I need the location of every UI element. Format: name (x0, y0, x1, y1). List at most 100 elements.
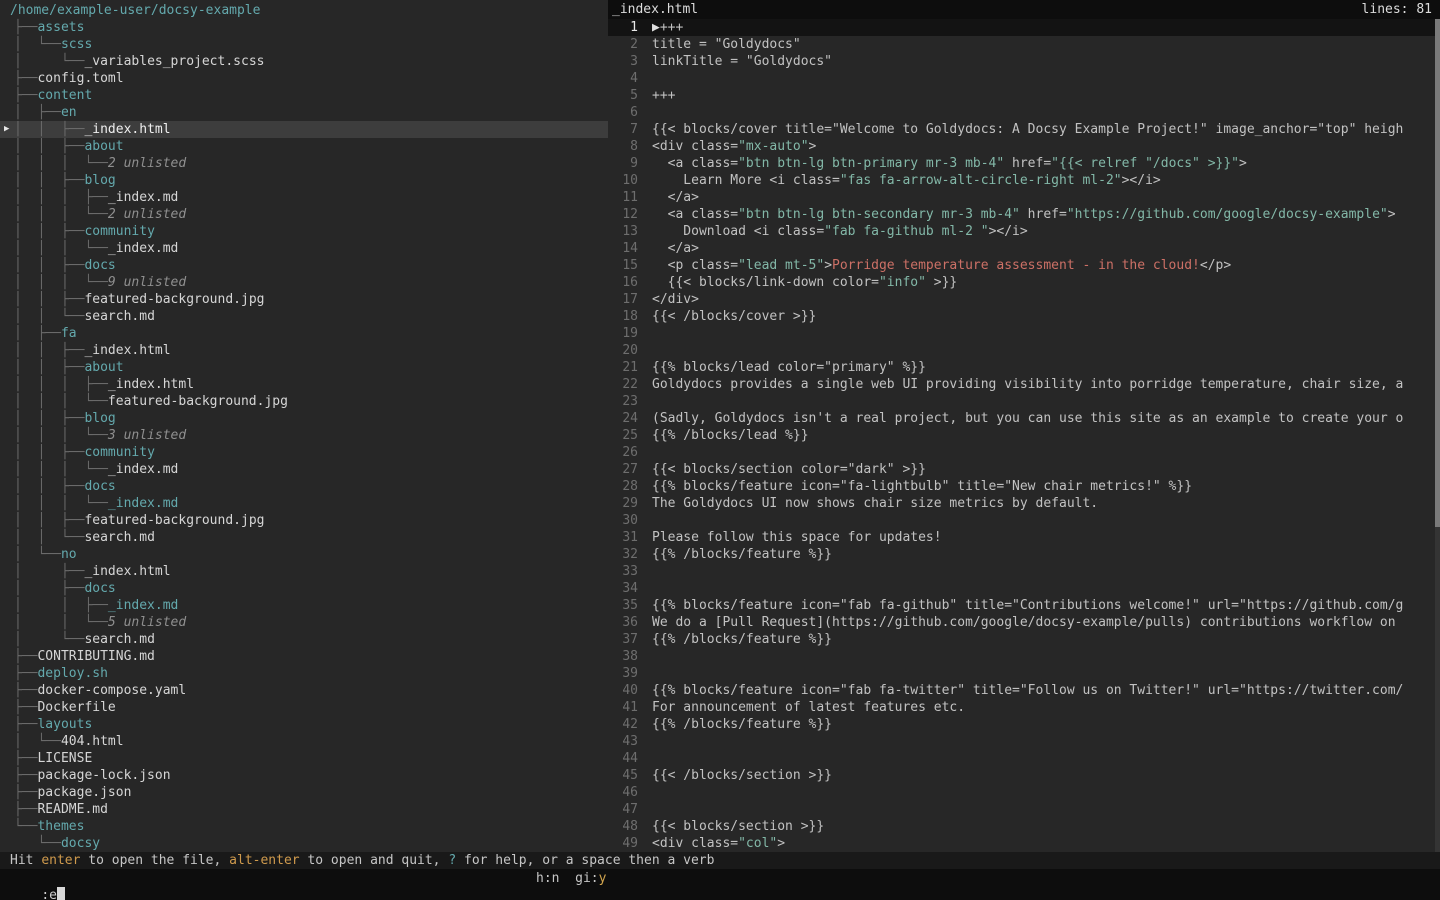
tree-row[interactable]: │ │ │ └──_index.md (0, 495, 608, 512)
tree-row[interactable]: │ │ ├──docs (0, 478, 608, 495)
code-view: 1▶+++2title = "Goldydocs"3linkTitle = "G… (608, 19, 1440, 852)
tree-row-selected[interactable]: ▶│ │ ├──_index.html (0, 121, 608, 138)
tree-row[interactable]: │ ├──en (0, 104, 608, 121)
tree-row[interactable]: │ │ │ └──2 unlisted (0, 155, 608, 172)
tree-row[interactable]: │ │ │ ├──_index.html (0, 376, 608, 393)
code-text: linkTitle = "Goldydocs" (652, 53, 1440, 70)
tree-connector: │ └── (14, 54, 84, 69)
tree-row[interactable]: ├──LICENSE (0, 750, 608, 767)
tree-connector: │ │ └── (14, 615, 108, 630)
preview-header: _index.html lines: 81 (608, 0, 1440, 19)
tree-row[interactable]: ├──content (0, 87, 608, 104)
tree-row[interactable]: │ └──_variables_project.scss (0, 53, 608, 70)
file-name: package.json (37, 785, 131, 800)
tree-row[interactable]: │ │ ├──blog (0, 410, 608, 427)
code-token: "info" (879, 275, 926, 290)
code-text (652, 648, 1440, 665)
tree-row[interactable]: │ └──search.md (0, 631, 608, 648)
tree-row[interactable]: │ │ ├──featured-background.jpg (0, 291, 608, 308)
tree-row[interactable]: │ │ ├──_index.md (0, 597, 608, 614)
code-token: <a class= (652, 207, 738, 222)
tree-row[interactable]: │ └──no (0, 546, 608, 563)
tree-row[interactable]: │ │ └──5 unlisted (0, 614, 608, 631)
tree-row[interactable]: │ │ ├──about (0, 359, 608, 376)
tree-row[interactable]: │ │ └──search.md (0, 308, 608, 325)
tree-connector: │ │ │ └── (14, 394, 108, 409)
tree-row[interactable]: │ ├──fa (0, 325, 608, 342)
tree-row[interactable]: ├──config.toml (0, 70, 608, 87)
line-number: 31 (608, 529, 638, 546)
tree-row[interactable]: │ │ ├──community (0, 223, 608, 240)
tree-row[interactable]: ├──layouts (0, 716, 608, 733)
code-text: {{% /blocks/feature %}} (652, 716, 1440, 733)
line-number: 24 (608, 410, 638, 427)
tree-row[interactable]: │ └──scss (0, 36, 608, 53)
line-number: 32 (608, 546, 638, 563)
unlisted-count: 3 unlisted (108, 428, 186, 443)
dir-name: en (61, 105, 77, 120)
scrollbar[interactable] (1435, 19, 1440, 852)
tree-row[interactable]: ├──package.json (0, 784, 608, 801)
code-line: 6 (608, 104, 1440, 121)
tree-row[interactable]: │ └──404.html (0, 733, 608, 750)
code-text: ▶+++ (652, 19, 1440, 36)
tree-row[interactable]: │ │ │ └──9 unlisted (0, 274, 608, 291)
tree-row[interactable]: │ │ └──search.md (0, 529, 608, 546)
code-token: {{< blocks/section >}} (652, 819, 824, 834)
tree-row[interactable]: ├──CONTRIBUTING.md (0, 648, 608, 665)
tree-row[interactable]: │ │ ├──about (0, 138, 608, 155)
tree-row[interactable]: ├──package-lock.json (0, 767, 608, 784)
file-name: LICENSE (37, 751, 92, 766)
code-token: "fab fa-github ml-2 " (824, 224, 988, 239)
tree-row[interactable]: ├──deploy.sh (0, 665, 608, 682)
toggle-text (559, 871, 575, 886)
unlisted-count: 9 unlisted (108, 275, 186, 290)
unlisted-count: 5 unlisted (108, 615, 186, 630)
tree-row[interactable]: │ │ │ └──2 unlisted (0, 206, 608, 223)
tree-row[interactable]: │ ├──docs (0, 580, 608, 597)
tree-connector: ├── (14, 700, 37, 715)
code-text: <a class="btn btn-lg btn-primary mr-3 mb… (652, 155, 1440, 172)
tree-connector: │ │ ├── (14, 122, 84, 137)
code-text: </a> (652, 189, 1440, 206)
code-token: "btn btn-lg btn-primary mr-3 mb-4" (738, 156, 1004, 171)
tree-row[interactable]: ├──README.md (0, 801, 608, 818)
tree-row[interactable]: │ │ ├──featured-background.jpg (0, 512, 608, 529)
tree-row[interactable]: │ ├──_index.html (0, 563, 608, 580)
tree-row[interactable]: │ │ │ └──_index.md (0, 240, 608, 257)
code-text: {{% blocks/feature icon="fa-lightbulb" t… (652, 478, 1440, 495)
code-line: 43 (608, 733, 1440, 750)
tree-row[interactable]: │ │ ├──_index.html (0, 342, 608, 359)
line-number: 28 (608, 478, 638, 495)
tree-row[interactable]: │ │ │ ├──_index.md (0, 189, 608, 206)
tree-row[interactable]: ├──assets (0, 19, 608, 36)
tree-row[interactable]: └──themes (0, 818, 608, 835)
tree-row[interactable]: └──docsy (0, 835, 608, 852)
tree-connector: │ └── (14, 37, 61, 52)
tree-connector: │ │ ├── (14, 411, 84, 426)
file-name: Dockerfile (37, 700, 115, 715)
code-token: <p class= (652, 258, 738, 273)
tree-row[interactable]: │ │ ├──blog (0, 172, 608, 189)
tree-row[interactable]: ├──docker-compose.yaml (0, 682, 608, 699)
tree-row[interactable]: │ │ │ └──_index.md (0, 461, 608, 478)
tree-connector: ├── (14, 649, 37, 664)
tree-row[interactable]: ├──Dockerfile (0, 699, 608, 716)
tree-row[interactable]: │ │ ├──community (0, 444, 608, 461)
status-text: to open the file, (80, 853, 229, 868)
code-text: For announcement of latest features etc. (652, 699, 1440, 716)
file-name: _index.md (108, 462, 178, 477)
code-line: 39 (608, 665, 1440, 682)
tree-row[interactable]: │ │ ├──docs (0, 257, 608, 274)
code-text (652, 70, 1440, 87)
line-number: 40 (608, 682, 638, 699)
tree-row[interactable]: │ │ │ └──3 unlisted (0, 427, 608, 444)
code-token: "fas fa-arrow-alt-circle-right ml-2" (840, 173, 1122, 188)
code-token: "lead mt-5" (738, 258, 824, 273)
line-number: 11 (608, 189, 638, 206)
file-name: README.md (37, 802, 107, 817)
command-input[interactable]: :e (41, 888, 65, 900)
line-number: 42 (608, 716, 638, 733)
tree-row[interactable]: │ │ │ └──featured-background.jpg (0, 393, 608, 410)
scrollbar-thumb[interactable] (1435, 19, 1440, 527)
